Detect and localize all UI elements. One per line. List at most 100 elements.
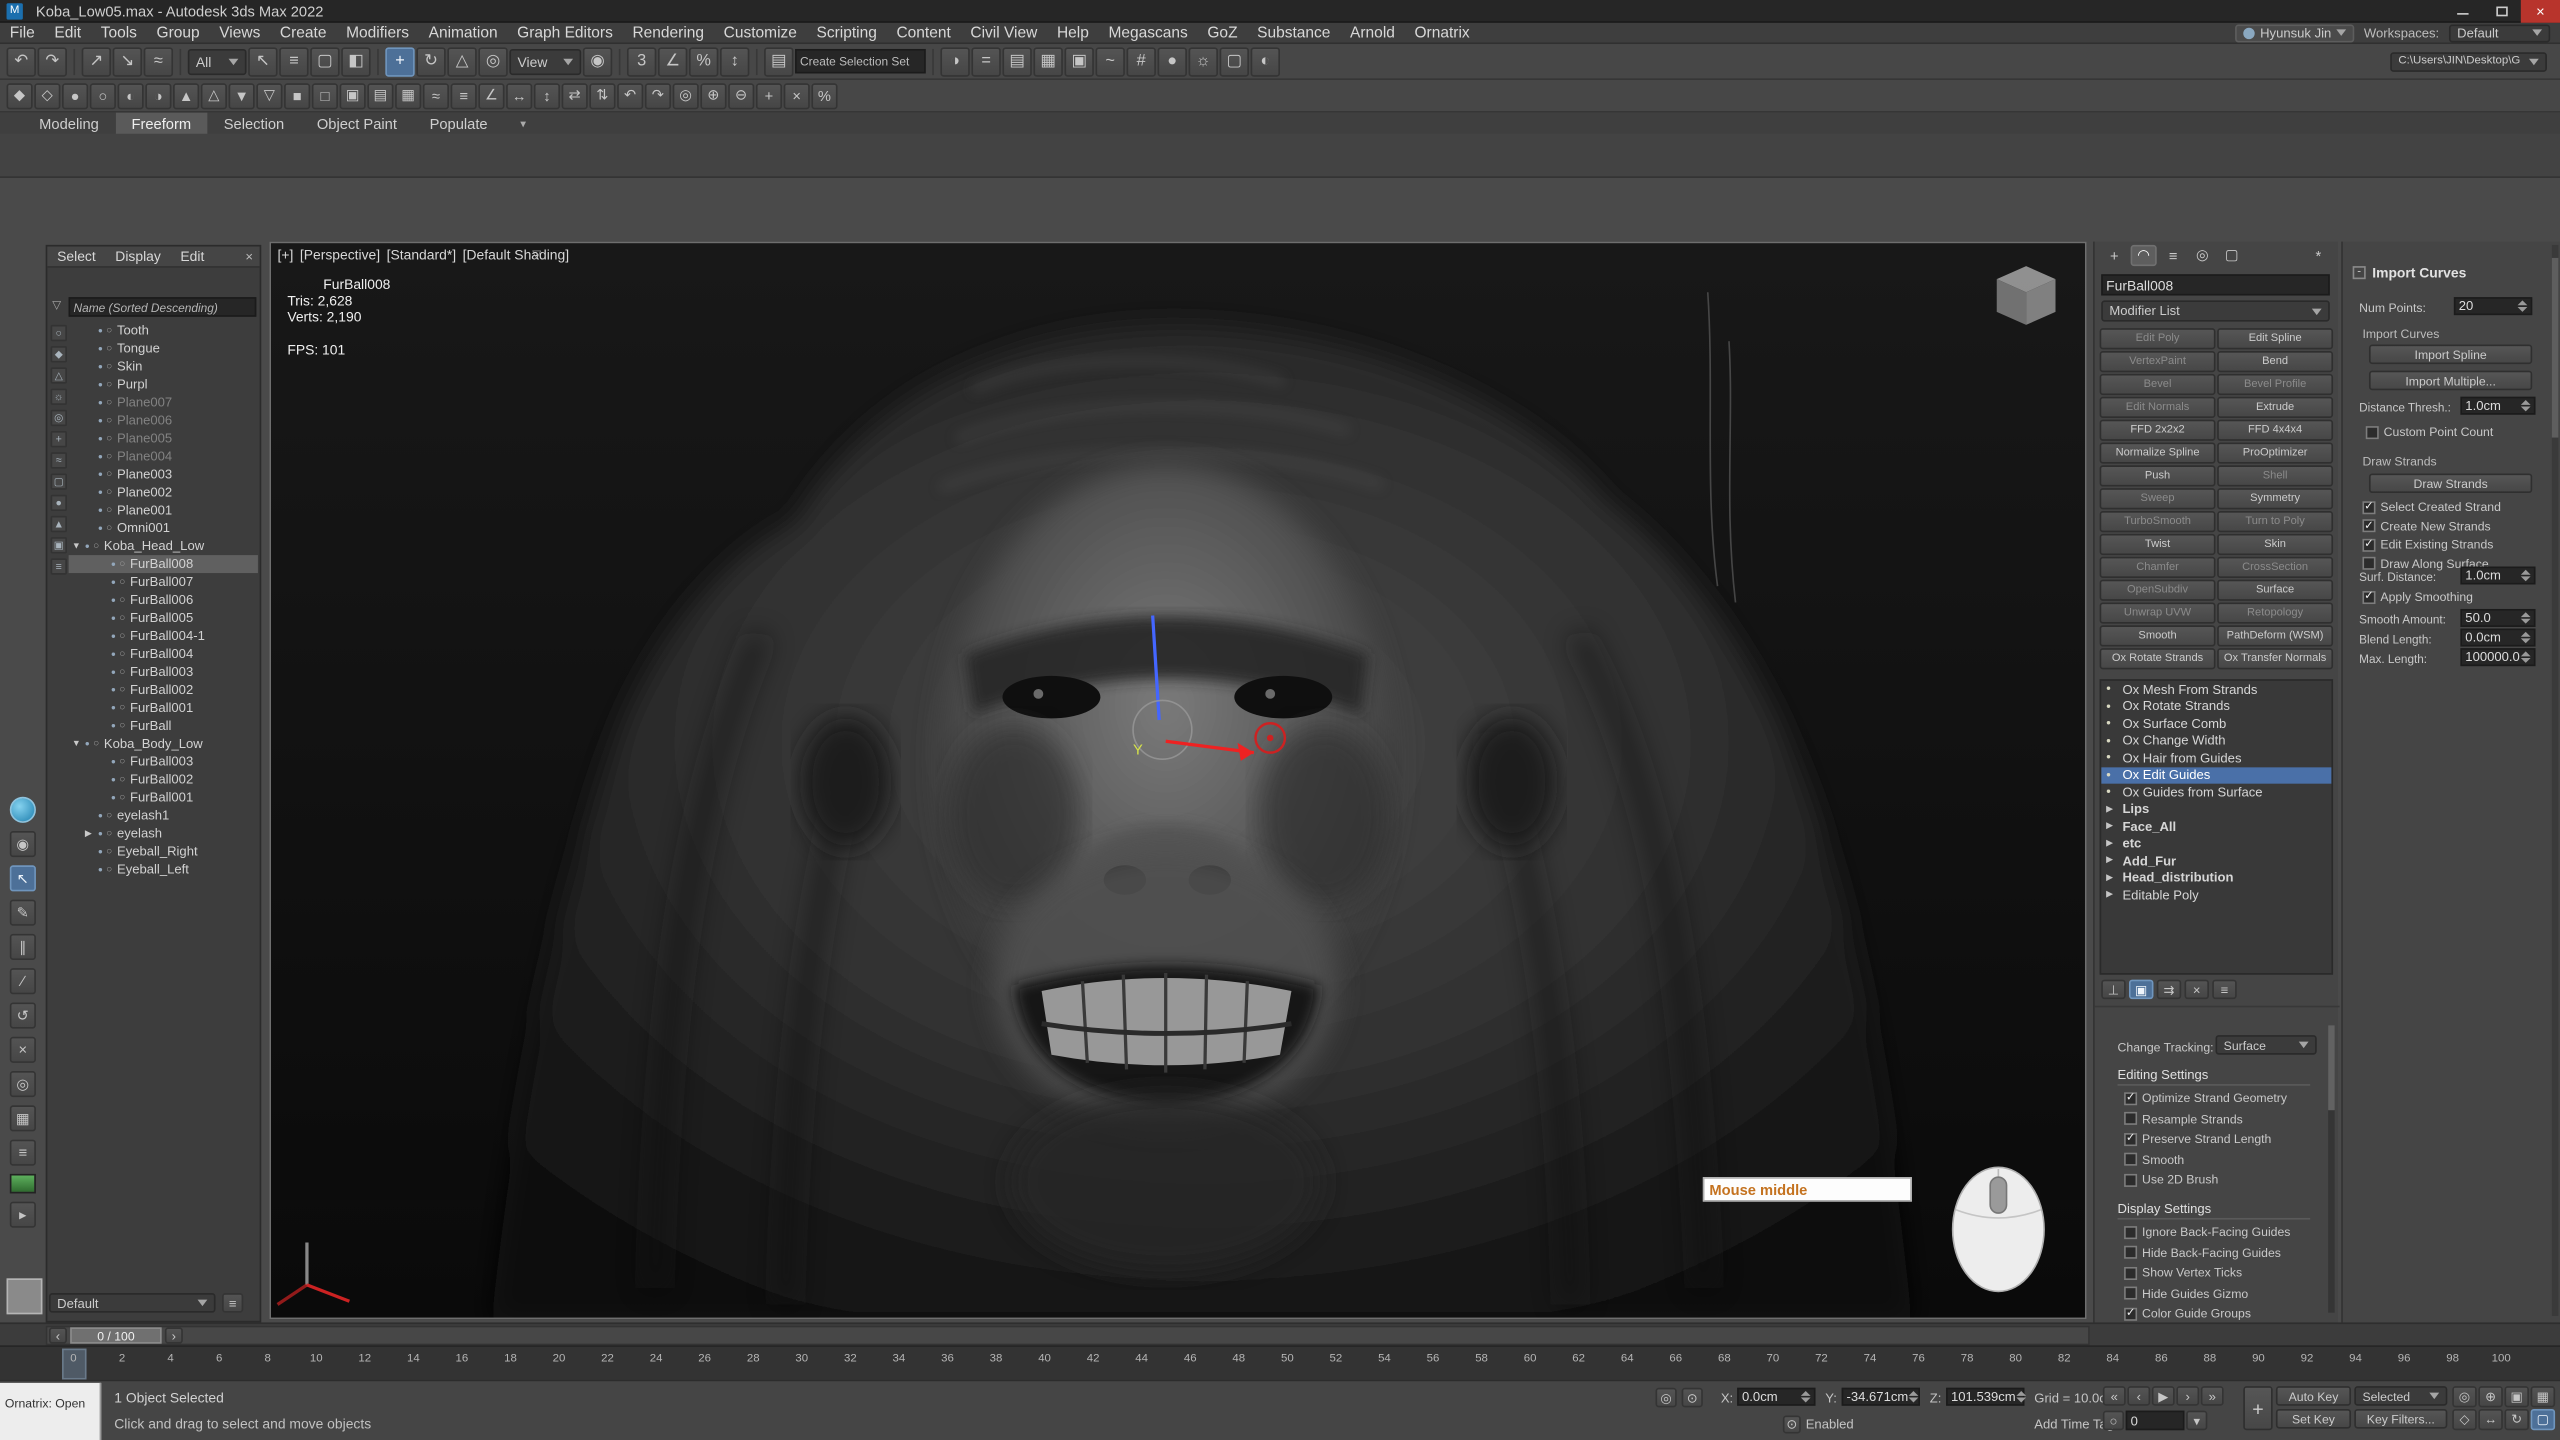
- visibility-dot-icon[interactable]: ○: [106, 433, 112, 443]
- scene-explorer-close-icon[interactable]: ×: [245, 249, 259, 264]
- modifier-button-pathdeform-wsm[interactable]: PathDeform (WSM): [2217, 625, 2333, 646]
- undo-history-icon[interactable]: ↺: [10, 1002, 36, 1028]
- menu-item-civil-view[interactable]: Civil View: [961, 22, 1048, 43]
- visibility-dot-icon[interactable]: ○: [93, 739, 99, 749]
- layer-list-icon[interactable]: ≡: [222, 1293, 243, 1313]
- menu-item-edit[interactable]: Edit: [45, 22, 91, 43]
- modifier-bulb-icon[interactable]: ●: [2106, 684, 2117, 694]
- edit-named-selection-sets-icon[interactable]: ▤: [764, 47, 793, 76]
- toolbar2-icon-04[interactable]: ○: [90, 82, 116, 108]
- stack-item-face-all[interactable]: ▶Face_All: [2101, 818, 2331, 835]
- expand-arrow-icon[interactable]: ▶: [2106, 856, 2117, 866]
- draw-create-new-strands-checkbox[interactable]: ✓Create New Strands: [2362, 518, 2500, 533]
- modifier-button-vertexpaint[interactable]: VertexPaint: [2100, 351, 2216, 372]
- display-space-warps-icon[interactable]: ≈: [51, 452, 67, 468]
- reference-coordinate-system-dropdown[interactable]: View: [509, 48, 581, 74]
- color-swatch[interactable]: [10, 1174, 36, 1194]
- visibility-dot-icon[interactable]: ○: [93, 541, 99, 551]
- viewport-canvas[interactable]: Y: [271, 243, 2087, 1319]
- visibility-dot-icon[interactable]: ○: [119, 793, 125, 803]
- explorer-row-furball001[interactable]: ●○FurBall001: [69, 789, 258, 807]
- distance-thresh-field[interactable]: 1.0cm: [2460, 397, 2535, 415]
- object-name-field[interactable]: FurBall008: [2101, 274, 2330, 295]
- menu-item-file[interactable]: File: [0, 22, 45, 43]
- current-frame-field[interactable]: 0: [2126, 1411, 2185, 1431]
- ribbon-tab-freeform[interactable]: Freeform: [115, 113, 207, 134]
- enabled-toggle-icon[interactable]: ⊙: [1783, 1416, 1801, 1434]
- toggle-scene-explorer-icon[interactable]: ▤: [1002, 47, 1031, 76]
- modifier-button-skin[interactable]: Skin: [2217, 534, 2333, 555]
- toolbar2-icon-15[interactable]: ▦: [395, 82, 421, 108]
- select-by-name-icon[interactable]: ≡: [279, 47, 308, 76]
- stack-item-ox-guides-from-surface[interactable]: ●Ox Guides from Surface: [2101, 784, 2331, 801]
- modifier-button-edit-poly[interactable]: Edit Poly: [2100, 328, 2216, 349]
- toolbar2-icon-08[interactable]: △: [201, 82, 227, 108]
- ribbon-tab-populate[interactable]: Populate: [413, 113, 504, 134]
- visibility-dot-icon[interactable]: ○: [119, 613, 125, 623]
- menu-item-group[interactable]: Group: [147, 22, 210, 43]
- z-coordinate-field[interactable]: 101.539cm: [1946, 1388, 2024, 1406]
- previous-frame-button[interactable]: ‹: [2127, 1386, 2150, 1406]
- rendered-frame-window-icon[interactable]: ▢: [1220, 47, 1249, 76]
- display-ignore-back-facing-guides-checkbox[interactable]: Ignore Back-Facing Guides: [2124, 1224, 2290, 1239]
- remove-modifier-icon[interactable]: ×: [2184, 980, 2208, 1000]
- modifier-button-ffd-2x2x2[interactable]: FFD 2x2x2: [2100, 420, 2216, 441]
- select-and-link-icon[interactable]: ↗: [82, 47, 111, 76]
- draw-pencil-icon[interactable]: ✎: [10, 900, 36, 926]
- pan-icon[interactable]: ↔: [2478, 1409, 2502, 1430]
- workspace-dropdown[interactable]: Default: [2449, 24, 2550, 42]
- visibility-dot-icon[interactable]: ○: [119, 631, 125, 641]
- modifier-button-shell[interactable]: Shell: [2217, 465, 2333, 486]
- modifier-button-unwrap-uvw[interactable]: Unwrap UVW: [2100, 602, 2216, 623]
- visibility-dot-icon[interactable]: ○: [106, 811, 112, 821]
- explorer-row-eyeball-right[interactable]: ●○Eyeball_Right: [69, 842, 258, 860]
- display-show-vertex-ticks-checkbox[interactable]: Show Vertex Ticks: [2124, 1265, 2290, 1280]
- explorer-row-purpl[interactable]: ●○Purpl: [69, 376, 258, 394]
- menu-item-megascans[interactable]: Megascans: [1099, 22, 1198, 43]
- explorer-menu-select[interactable]: Select: [47, 246, 105, 267]
- show-end-result-icon[interactable]: ▣: [2129, 980, 2153, 1000]
- time-slider-track[interactable]: [46, 1326, 2090, 1346]
- selection-lock-toggle[interactable]: ⊙: [1682, 1388, 1703, 1408]
- display-all-icon[interactable]: ○: [51, 325, 67, 341]
- explorer-row-furball001[interactable]: ●○FurBall001: [69, 699, 258, 717]
- custom-point-count-checkbox[interactable]: Custom Point Count: [2366, 424, 2494, 439]
- toolbar2-icon-28[interactable]: +: [756, 82, 782, 108]
- num-points-field[interactable]: 20: [2454, 297, 2532, 315]
- modifier-button-crosssection[interactable]: CrossSection: [2217, 557, 2333, 578]
- redo-icon[interactable]: ↷: [38, 47, 67, 76]
- modifier-list-dropdown[interactable]: Modifier List: [2101, 300, 2330, 321]
- toolbar2-icon-23[interactable]: ↶: [617, 82, 643, 108]
- snaps-toggle-icon[interactable]: 3: [627, 47, 656, 76]
- explorer-row-plane002[interactable]: ●○Plane002: [69, 483, 258, 501]
- explorer-search-input[interactable]: Name (Sorted Descending): [69, 297, 257, 317]
- modifier-button-smooth[interactable]: Smooth: [2100, 625, 2216, 646]
- toolbar2-icon-14[interactable]: ▤: [367, 82, 393, 108]
- stack-item-ox-edit-guides[interactable]: ●Ox Edit Guides: [2101, 767, 2331, 784]
- magnifier-icon[interactable]: ◎: [10, 1071, 36, 1097]
- toolbar2-icon-06[interactable]: ◑: [145, 82, 171, 108]
- expand-arrow-icon[interactable]: ▼: [72, 541, 85, 551]
- spinner-snap-toggle-icon[interactable]: ↕: [720, 47, 749, 76]
- modifier-button-chamfer[interactable]: Chamfer: [2100, 557, 2216, 578]
- delete-trash-icon[interactable]: ×: [10, 1037, 36, 1063]
- make-unique-icon[interactable]: ⇉: [2157, 980, 2181, 1000]
- explorer-menu-edit[interactable]: Edit: [171, 246, 215, 267]
- visibility-dot-icon[interactable]: ○: [106, 416, 112, 426]
- display-groups-icon[interactable]: ▲: [51, 516, 67, 532]
- viewport-layout-label[interactable]: [Standard*]: [387, 247, 456, 263]
- pin-stack-icon[interactable]: ⊥: [2101, 980, 2125, 1000]
- explorer-row-furball008[interactable]: ●○FurBall008: [69, 555, 258, 573]
- isolate-selection-toggle[interactable]: ◎: [1656, 1388, 1677, 1408]
- go-to-end-button[interactable]: »: [2201, 1386, 2224, 1406]
- stack-item-lips[interactable]: ▶Lips: [2101, 801, 2331, 818]
- select-cursor-icon[interactable]: ↖: [10, 865, 36, 891]
- menu-item-modifiers[interactable]: Modifiers: [336, 22, 419, 43]
- stack-item-ox-surface-comb[interactable]: ●Ox Surface Comb: [2101, 715, 2331, 732]
- stack-item-ox-rotate-strands[interactable]: ●Ox Rotate Strands: [2101, 698, 2331, 715]
- select-object-icon[interactable]: ↖: [248, 47, 277, 76]
- viewport-pov-label[interactable]: [Perspective]: [300, 247, 380, 263]
- expand-arrow-icon[interactable]: ▶: [2106, 890, 2117, 900]
- menu-item-scripting[interactable]: Scripting: [807, 22, 887, 43]
- surf-distance-field[interactable]: 1.0cm: [2460, 567, 2535, 585]
